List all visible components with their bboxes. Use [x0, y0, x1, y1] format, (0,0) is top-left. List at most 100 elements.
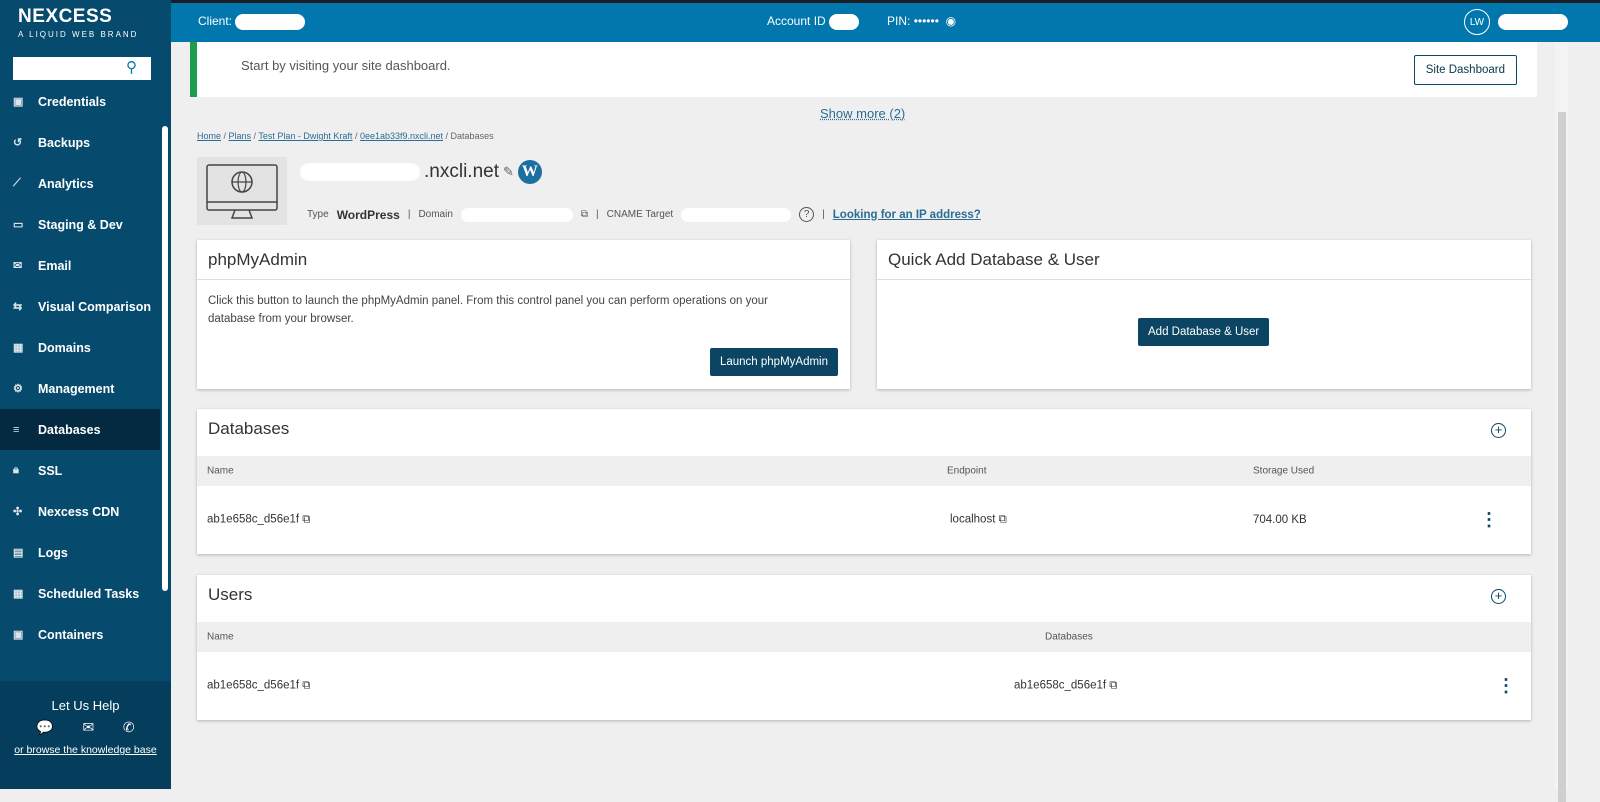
- copy-icon[interactable]: ⧉: [1109, 680, 1117, 692]
- sidebar-scrollbar[interactable]: [162, 126, 168, 591]
- launch-phpmyadmin-button[interactable]: Launch phpMyAdmin: [709, 348, 838, 376]
- copy-icon[interactable]: ⧉: [302, 514, 310, 526]
- sidebar-item-email[interactable]: ✉ Email: [0, 245, 160, 286]
- phone-icon[interactable]: ✆: [123, 719, 135, 736]
- site-name: .nxcli.net ✎ W: [300, 160, 542, 184]
- show-more-link[interactable]: Show more (2): [820, 106, 905, 121]
- sidebar-item-label: Databases: [38, 422, 101, 437]
- top-bar: Client: Account ID PIN: •••••• ◉ LW: [171, 0, 1600, 42]
- sidebar-item-label: Visual Comparison: [38, 299, 151, 314]
- cname-redacted: [681, 207, 792, 222]
- compare-icon: ⇆: [13, 301, 23, 313]
- scrollbar-thumb[interactable]: [1558, 112, 1566, 802]
- breadcrumb-plans[interactable]: Plans: [229, 131, 252, 141]
- table-row: ab1e658c_d56e1f ⧉ ab1e658c_d56e1f ⧉ ⋮: [207, 675, 1515, 697]
- banner-text: Start by visiting your site dashboard.: [241, 58, 451, 73]
- sidebar-item-containers[interactable]: ▣ Containers: [0, 614, 160, 655]
- card-description: Click this button to launch the phpMyAdm…: [208, 295, 768, 325]
- add-database-user-button[interactable]: Add Database & User: [1138, 318, 1270, 346]
- table-header: Name Endpoint Storage Used: [197, 456, 1531, 486]
- sidebar-item-label: Scheduled Tasks: [38, 586, 140, 601]
- mail-icon[interactable]: ✉: [82, 719, 94, 736]
- table-header: Name Databases: [197, 622, 1531, 652]
- add-database-plus-icon[interactable]: +: [1491, 423, 1506, 438]
- pin-value: ••••••: [913, 14, 939, 28]
- add-user-plus-icon[interactable]: +: [1491, 589, 1506, 604]
- sidebar-item-label: Backups: [38, 135, 91, 150]
- breadcrumb-plan[interactable]: Test Plan - Dwight Kraft: [258, 131, 352, 141]
- sidebar-item-domains[interactable]: ▦ Domains: [0, 327, 160, 368]
- sidebar-item-label: SSL: [38, 463, 63, 478]
- mail-icon: ✉: [13, 260, 23, 272]
- cdn-icon: ✣: [13, 506, 23, 518]
- id-card-icon: ▣: [13, 96, 24, 108]
- sidebar-item-label: Analytics: [38, 176, 94, 191]
- page-scrollbar[interactable]: [1555, 42, 1568, 802]
- account-id-label: Account ID: [767, 14, 826, 29]
- eye-icon[interactable]: ◉: [946, 14, 956, 28]
- chart-icon: ⟋: [13, 177, 21, 189]
- sidebar-item-scheduled-tasks[interactable]: ▦ Scheduled Tasks: [0, 573, 160, 614]
- sidebar-item-label: Logs: [38, 545, 68, 560]
- table-row: ab1e658c_d56e1f ⧉ localhost ⧉ 704.00 KB …: [207, 509, 1498, 531]
- pin-label: PIN:: [887, 14, 911, 28]
- domain-icon: ▦: [13, 342, 24, 354]
- monitor-globe-icon: [206, 164, 278, 219]
- card-title: Quick Add Database & User: [877, 240, 1531, 280]
- copy-icon[interactable]: ⧉: [999, 514, 1007, 526]
- database-icon: ≡: [13, 423, 20, 436]
- row-menu-kebab-icon[interactable]: ⋮: [1480, 510, 1498, 531]
- card-title: phpMyAdmin: [197, 240, 850, 280]
- sidebar-item-ssl[interactable]: 🔒︎ SSL: [0, 450, 160, 491]
- sidebar-item-visual-comparison[interactable]: ⇆ Visual Comparison: [0, 286, 160, 327]
- notice-banner: Start by visiting your site dashboard. S…: [190, 42, 1537, 97]
- sidebar-item-logs[interactable]: ▤ Logs: [0, 532, 160, 573]
- username-redacted[interactable]: [1498, 14, 1568, 30]
- avatar[interactable]: LW: [1464, 9, 1490, 35]
- edit-pencil-icon[interactable]: ✎: [503, 164, 514, 180]
- quick-add-card: Quick Add Database & User Add Database &…: [877, 240, 1531, 389]
- sidebar-item-nexcess-cdn[interactable]: ✣ Nexcess CDN: [0, 491, 160, 532]
- knowledge-base-link[interactable]: or browse the knowledge base: [0, 744, 171, 756]
- copy-icon[interactable]: ⧉: [302, 680, 310, 692]
- search-icon[interactable]: ⚲: [126, 58, 137, 76]
- sidebar-item-label: Management: [38, 381, 115, 396]
- nexcess-logo[interactable]: NEXCESS A LIQUID WEB BRAND: [18, 6, 138, 39]
- site-thumbnail: [197, 157, 287, 225]
- wordpress-icon: W: [517, 160, 542, 184]
- gear-icon: ⚙: [13, 383, 23, 395]
- log-icon: ▤: [13, 547, 24, 559]
- sidebar-item-label: Email: [38, 258, 72, 273]
- breadcrumb-home[interactable]: Home: [197, 131, 221, 141]
- sidebar-item-databases[interactable]: ≡ Databases: [0, 409, 160, 450]
- breadcrumb-current: Databases: [450, 131, 494, 141]
- client-redacted: [235, 14, 306, 30]
- domain-redacted: [460, 207, 573, 222]
- sidebar-item-label: Nexcess CDN: [38, 504, 120, 519]
- help-question-icon[interactable]: ?: [799, 207, 815, 222]
- sidebar-item-backups[interactable]: ↺ Backups: [0, 122, 160, 163]
- lock-icon: 🔒︎: [13, 464, 19, 476]
- breadcrumb-site[interactable]: 0ee1ab33f9.nxcli.net: [360, 131, 443, 141]
- sidebar-item-label: Domains: [38, 340, 91, 355]
- sidebar-item-management[interactable]: ⚙ Management: [0, 368, 160, 409]
- phpmyadmin-card: phpMyAdmin Click this button to launch t…: [197, 240, 850, 389]
- sidebar-item-credentials[interactable]: ▣ Credentials: [0, 81, 160, 122]
- site-meta: Type WordPress | Domain ⧉ | CNAME Target ? | …: [307, 207, 981, 222]
- sidebar-item-label: Containers: [38, 627, 104, 642]
- breadcrumb: Home / Plans / Test Plan - Dwight Kraft …: [197, 131, 494, 141]
- row-menu-kebab-icon[interactable]: ⋮: [1497, 676, 1515, 697]
- ip-address-link[interactable]: Looking for an IP address?: [833, 209, 981, 221]
- site-dashboard-button[interactable]: Site Dashboard: [1413, 55, 1517, 85]
- account-id-redacted: [829, 14, 860, 30]
- client-label: Client:: [198, 14, 233, 29]
- chat-icon[interactable]: 💬: [36, 719, 53, 736]
- sidebar-item-staging-dev[interactable]: ▭ Staging & Dev: [0, 204, 160, 245]
- users-card: Users + Name Databases ab1e658c_d56e1f ⧉…: [197, 575, 1531, 720]
- site-name-redacted: [300, 163, 420, 181]
- copy-icon[interactable]: ⧉: [581, 209, 588, 220]
- sidebar: NEXCESS A LIQUID WEB BRAND ⚲ ▣ Credential…: [0, 0, 171, 789]
- history-icon: ↺: [13, 137, 23, 149]
- databases-card: Databases + Name Endpoint Storage Used a…: [197, 409, 1531, 554]
- sidebar-item-analytics[interactable]: ⟋ Analytics: [0, 163, 160, 204]
